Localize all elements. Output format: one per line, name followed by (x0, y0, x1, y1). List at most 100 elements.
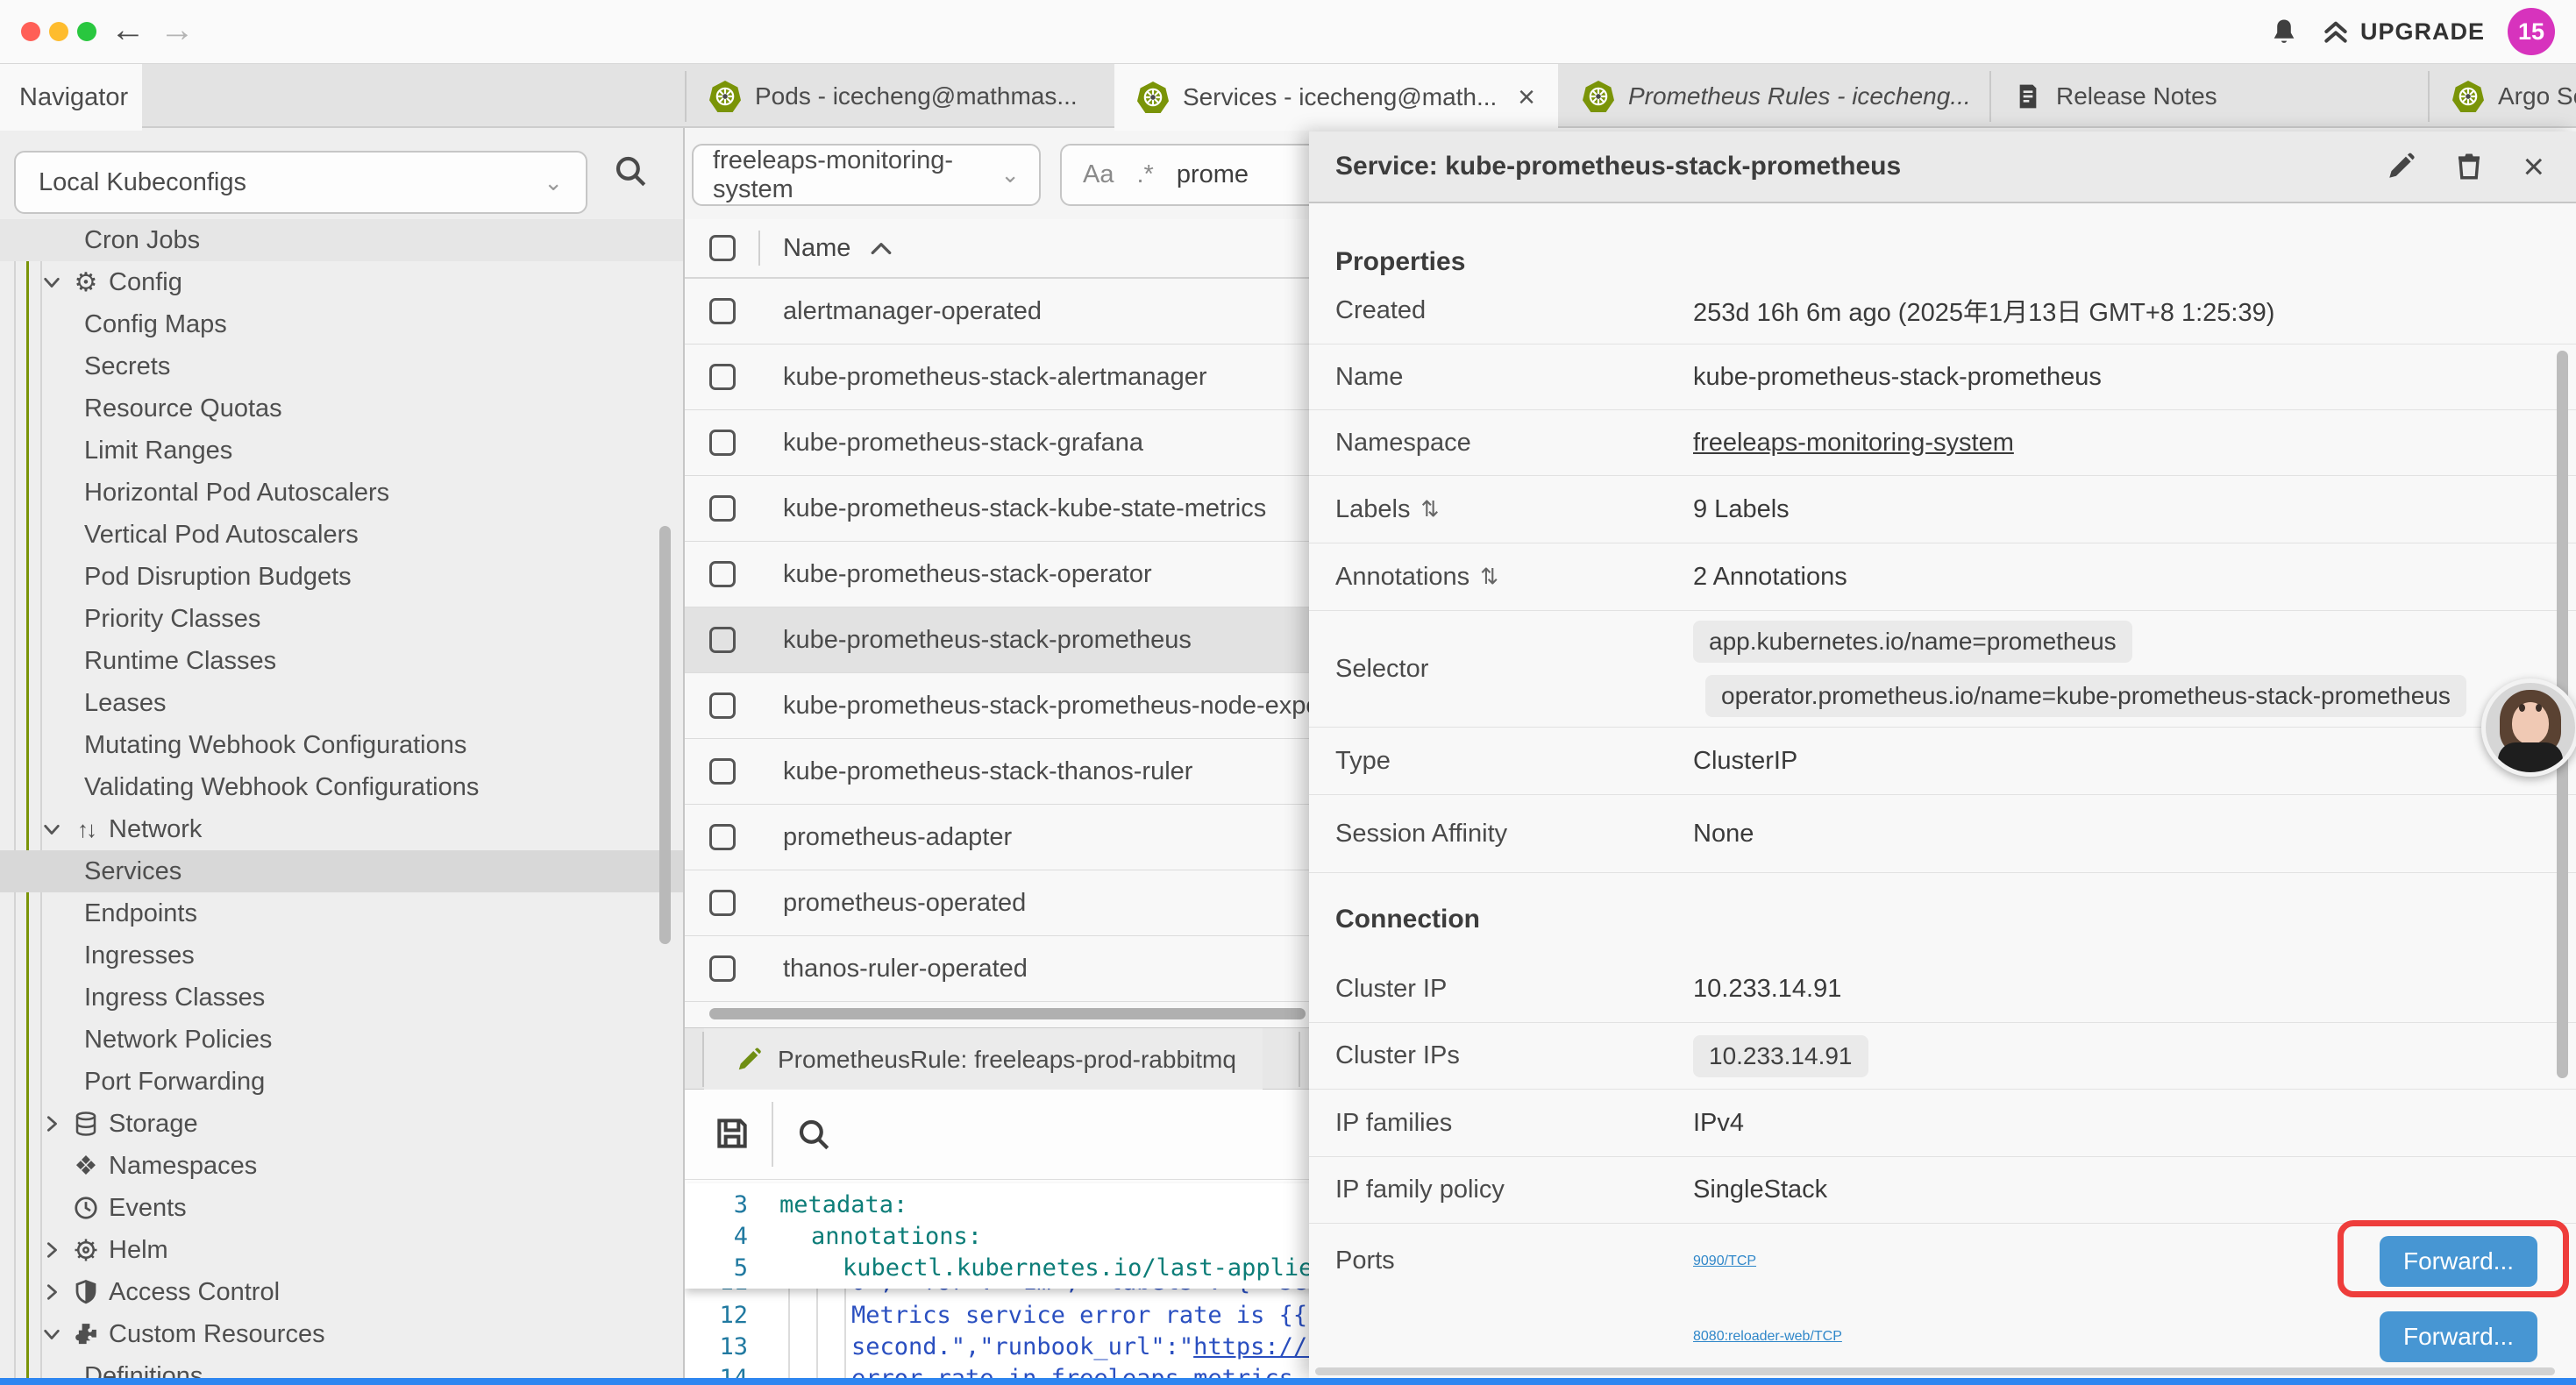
row-checkbox[interactable] (709, 955, 736, 982)
panel-horizontal-scrollbar[interactable] (1315, 1367, 2555, 1375)
delete-trash-icon[interactable] (2454, 152, 2484, 181)
upgrade-button[interactable]: UPGRADE (2322, 18, 2485, 46)
yaml-editor[interactable]: 3metadata: 4annotations: 5kubectl.kubern… (685, 1180, 1309, 1378)
select-all-checkbox[interactable] (709, 235, 736, 261)
tab-prometheusrule-editor[interactable]: PrometheusRule: freeleaps-prod-rabbitmq (704, 1028, 1263, 1090)
table-row[interactable]: prometheus-adapter (685, 805, 1309, 870)
sidebar-item-network-policies[interactable]: Network Policies (0, 1019, 683, 1061)
forward-button[interactable]: Forward... (2380, 1311, 2537, 1362)
selector-chip[interactable]: operator.prometheus.io/name=kube-prometh… (1705, 675, 2466, 717)
row-checkbox[interactable] (709, 364, 736, 390)
traffic-light-maximize[interactable] (77, 22, 96, 41)
sidebar-item-config-maps[interactable]: Config Maps (0, 303, 683, 345)
sidebar-item-events[interactable]: Events (0, 1187, 683, 1229)
sidebar-item-priority-classes[interactable]: Priority Classes (0, 598, 683, 640)
sidebar-item-namespaces[interactable]: ❖ Namespaces (0, 1145, 683, 1187)
sidebar-item-secrets[interactable]: Secrets (0, 345, 683, 387)
sidebar-group-helm[interactable]: Helm (0, 1229, 683, 1271)
row-checkbox[interactable] (709, 495, 736, 522)
table-row[interactable]: kube-prometheus-stack-operator (685, 542, 1309, 607)
sort-toggle-icon[interactable]: ⇅ (1420, 496, 1439, 522)
sidebar-group-custom-resources[interactable]: Custom Resources (0, 1313, 683, 1355)
sidebar-item-cron-jobs[interactable]: Cron Jobs (0, 219, 683, 261)
back-arrow-button[interactable]: ← (110, 9, 146, 51)
tab-release-notes[interactable]: Release Notes (1991, 64, 2427, 129)
table-row[interactable]: kube-prometheus-stack-kube-state-metrics (685, 476, 1309, 542)
tab-pods[interactable]: Pods - icecheng@mathmas... (687, 64, 1114, 129)
close-icon[interactable]: × (2523, 149, 2544, 184)
table-row[interactable]: thanos-ruler-operated (685, 936, 1309, 1002)
forward-arrow-button[interactable]: → (160, 9, 195, 51)
sidebar-item-port-forwarding[interactable]: Port Forwarding (0, 1061, 683, 1103)
table-horizontal-scrollbar[interactable] (709, 1008, 1306, 1019)
traffic-light-close[interactable] (21, 22, 40, 41)
sidebar-item-resource-quotas[interactable]: Resource Quotas (0, 387, 683, 430)
sidebar-item-endpoints[interactable]: Endpoints (0, 892, 683, 934)
name-filter-input[interactable]: Aa .* prome (1060, 144, 1309, 206)
forward-button[interactable]: Forward... (2380, 1236, 2537, 1287)
table-row[interactable]: alertmanager-operated (685, 279, 1309, 344)
sidebar-item-limit-ranges[interactable]: Limit Ranges (0, 430, 683, 472)
notifications-bell-icon[interactable] (2269, 17, 2299, 46)
table-row[interactable]: prometheus-operated (685, 870, 1309, 936)
edit-pencil-icon[interactable] (2386, 152, 2416, 181)
search-icon[interactable] (612, 153, 649, 189)
service-name: kube-prometheus-stack-prometheus (783, 626, 1192, 655)
save-icon[interactable] (713, 1114, 751, 1153)
avatar[interactable] (2481, 678, 2576, 777)
sidebar-item-ingress-classes[interactable]: Ingress Classes (0, 977, 683, 1019)
table-row[interactable]: kube-prometheus-stack-prometheus-node-ex… (685, 673, 1309, 739)
code-link[interactable]: https://net (1193, 1333, 1309, 1360)
tab-services[interactable]: Services - icecheng@math... × (1114, 64, 1558, 131)
sidebar-item-ingresses[interactable]: Ingresses (0, 934, 683, 977)
sidebar-scrollbar[interactable] (659, 526, 671, 944)
table-row[interactable]: kube-prometheus-stack-thanos-ruler (685, 739, 1309, 805)
tab-close-icon[interactable]: × (1518, 81, 1535, 115)
sidebar-item-horizontal-pod-autoscalers[interactable]: Horizontal Pod Autoscalers (0, 472, 683, 514)
traffic-light-minimize[interactable] (49, 22, 68, 41)
namespace-link[interactable]: freeleaps-monitoring-system (1693, 429, 2014, 458)
labels-count[interactable]: 9 Labels (1693, 495, 1790, 524)
row-checkbox[interactable] (709, 758, 736, 785)
sidebar-item-runtime-classes[interactable]: Runtime Classes (0, 640, 683, 682)
editor-search-icon[interactable] (795, 1116, 832, 1153)
row-checkbox[interactable] (709, 627, 736, 653)
sidebar-group-access-control[interactable]: Access Control (0, 1271, 683, 1313)
sidebar-group-storage[interactable]: Storage (0, 1103, 683, 1145)
kubeconfig-select[interactable]: Local Kubeconfigs ⌄ (14, 151, 587, 214)
sidebar-item-leases[interactable]: Leases (0, 682, 683, 724)
annotations-count[interactable]: 2 Annotations (1693, 563, 1847, 592)
port-link-9090[interactable]: 9090/TCP (1693, 1254, 1756, 1269)
sort-toggle-icon[interactable]: ⇅ (1480, 564, 1498, 590)
sidebar-item-definitions[interactable]: Definitions (0, 1355, 683, 1378)
cluster-ips-chip[interactable]: 10.233.14.91 (1693, 1035, 1868, 1077)
regex-icon[interactable]: .* (1136, 160, 1153, 189)
sidebar-group-config[interactable]: ⚙ Config (0, 261, 683, 303)
selector-chip[interactable]: app.kubernetes.io/name=prometheus (1693, 621, 2132, 663)
name-column-header[interactable]: Name (783, 234, 850, 263)
notification-count-badge[interactable]: 15 (2508, 8, 2555, 55)
tab-editor-partial[interactable] (1300, 1028, 1309, 1090)
row-checkbox[interactable] (709, 430, 736, 456)
sidebar-item-vertical-pod-autoscalers[interactable]: Vertical Pod Autoscalers (0, 514, 683, 556)
namespace-select[interactable]: freeleaps-monitoring-system ⌄ (692, 144, 1041, 206)
row-checkbox[interactable] (709, 824, 736, 850)
row-checkbox[interactable] (709, 890, 736, 916)
sidebar-item-mutating-webhook-configurations[interactable]: Mutating Webhook Configurations (0, 724, 683, 766)
sidebar-group-network[interactable]: ↑↓ Network (0, 808, 683, 850)
sort-ascending-icon[interactable] (870, 241, 893, 255)
table-row[interactable]: kube-prometheus-stack-grafana (685, 410, 1309, 476)
table-row[interactable]: kube-prometheus-stack-alertmanager (685, 344, 1309, 410)
row-checkbox[interactable] (709, 561, 736, 587)
tab-argo[interactable]: Argo Se (2430, 64, 2576, 129)
match-case-icon[interactable]: Aa (1083, 160, 1114, 189)
row-checkbox[interactable] (709, 692, 736, 719)
table-row-selected[interactable]: kube-prometheus-stack-prometheus (685, 607, 1309, 673)
tab-prometheus-rules[interactable]: Prometheus Rules - icecheng... (1560, 64, 1989, 129)
tab-navigator[interactable]: Navigator (0, 64, 142, 131)
sidebar-item-pod-disruption-budgets[interactable]: Pod Disruption Budgets (0, 556, 683, 598)
sidebar-item-validating-webhook-configurations[interactable]: Validating Webhook Configurations (0, 766, 683, 808)
sidebar-item-services[interactable]: Services (0, 850, 683, 892)
row-checkbox[interactable] (709, 298, 736, 324)
port-link-8080[interactable]: 8080:reloader-web/TCP (1693, 1329, 1842, 1345)
